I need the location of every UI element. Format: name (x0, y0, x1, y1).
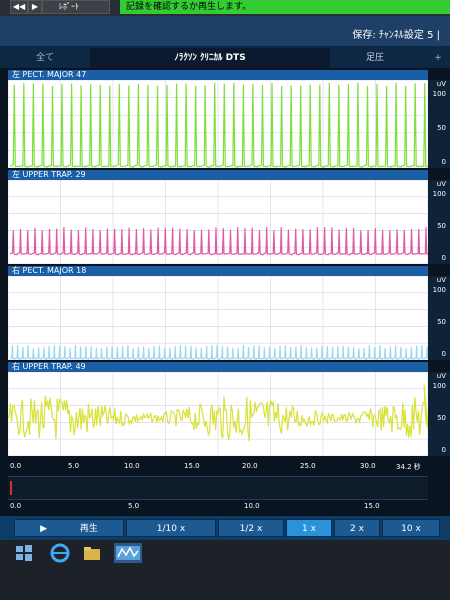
tab-bar: 全て ﾉﾗｸｿﾝ ｸﾘﾆｶﾙ DTS 足圧 + (0, 46, 450, 68)
emg-waveform[interactable] (8, 80, 428, 168)
channel-right-upper-trap: 右 UPPER TRAP. 49 uV 100 50 0 (8, 362, 450, 456)
windows-taskbar (0, 540, 450, 600)
channel-header: 左 PECT. MAJOR 47 (8, 70, 428, 80)
add-tab-button[interactable]: + (428, 48, 448, 68)
time-tick: 25.0 (300, 462, 316, 470)
waveform-line (9, 227, 428, 256)
tick-100: 100 (432, 382, 446, 390)
time-tick: 34.2 秒 (396, 463, 421, 471)
channel-right-pect-major: 右 PECT. MAJOR 18 uV 100 50 0 (8, 266, 450, 360)
uv-axis: uV 100 50 0 (428, 276, 450, 360)
waveform-line (9, 344, 428, 360)
playhead-marker[interactable] (10, 481, 12, 495)
waveform-line (9, 82, 428, 168)
uv-axis: uV 100 50 0 (428, 80, 450, 168)
noraxon-app-icon[interactable] (114, 543, 142, 563)
tab-all[interactable]: 全て (0, 48, 90, 68)
channel-header: 左 UPPER TRAP. 29 (8, 170, 428, 180)
speed-1-10x-button[interactable]: 1/10 x (126, 519, 216, 537)
emg-waveform[interactable] (8, 372, 428, 456)
time-tick: 5.0 (68, 462, 80, 470)
time-tick: 10.0 (244, 502, 260, 510)
tick-100: 100 (432, 286, 446, 294)
rewind-button[interactable]: ◀◀ (10, 0, 28, 14)
play-icon: ▶ (40, 524, 48, 534)
time-tick: 0.0 (10, 462, 22, 470)
windows-start-icon[interactable] (14, 543, 34, 563)
time-tick: 20.0 (242, 462, 258, 470)
speed-1x-button[interactable]: 1 x (286, 519, 332, 537)
axis-unit-label: uV (436, 372, 446, 380)
speed-2x-button[interactable]: 2 x (334, 519, 380, 537)
channel-label: 右 PECT. MAJOR 18 (12, 266, 87, 275)
time-tick: 15.0 (364, 502, 380, 510)
speed-10x-button[interactable]: 10 x (382, 519, 440, 537)
play-button[interactable]: ▶ 再生 (14, 519, 124, 537)
tick-50: 50 (437, 124, 446, 132)
time-axis-overview: 0.0 5.0 10.0 15.0 (8, 500, 428, 514)
channel-label: 右 UPPER TRAP. 49 (12, 362, 86, 371)
time-axis-main: 0.0 5.0 10.0 15.0 20.0 25.0 30.0 34.2 秒 (8, 460, 428, 474)
time-tick: 10.0 (124, 462, 140, 470)
play-label: 再生 (79, 524, 98, 534)
top-toolbar: ◀◀ ▶ ﾚﾎﾟｰﾄ 記録を確認するか再生します。 (0, 0, 450, 16)
channel-left-pect-major: 左 PECT. MAJOR 47 uV 100 50 0 (8, 70, 450, 168)
tick-50: 50 (437, 222, 446, 230)
tick-50: 50 (437, 318, 446, 326)
tab-clinical-dts[interactable]: ﾉﾗｸｿﾝ ｸﾘﾆｶﾙ DTS (90, 48, 330, 68)
channel-header: 右 PECT. MAJOR 18 (8, 266, 428, 276)
axis-unit-label: uV (436, 80, 446, 88)
tick-100: 100 (432, 190, 446, 198)
overview-strip[interactable] (8, 476, 428, 500)
uv-axis: uV 100 50 0 (428, 180, 450, 264)
channel-header: 右 UPPER TRAP. 49 (8, 362, 428, 372)
emg-waveform[interactable] (8, 180, 428, 264)
tick-0: 0 (441, 254, 446, 262)
channel-label: 左 PECT. MAJOR 47 (12, 70, 87, 79)
time-tick: 15.0 (184, 462, 200, 470)
tick-50: 50 (437, 414, 446, 422)
axis-unit-label: uV (436, 180, 446, 188)
playback-bar: ▶ 再生 1/10 x 1/2 x 1 x 2 x 10 x (0, 516, 450, 540)
tick-0: 0 (441, 446, 446, 454)
axis-unit-label: uV (436, 276, 446, 284)
time-tick: 30.0 (360, 462, 376, 470)
emg-waveform[interactable] (8, 276, 428, 360)
tick-100: 100 (432, 90, 446, 98)
channel-left-upper-trap: 左 UPPER TRAP. 29 uV 100 50 0 (8, 170, 450, 264)
uv-axis: uV 100 50 0 (428, 372, 450, 456)
speed-1-2x-button[interactable]: 1/2 x (218, 519, 284, 537)
play-button[interactable]: ▶ (28, 0, 42, 14)
report-button[interactable]: ﾚﾎﾟｰﾄ (42, 0, 110, 14)
time-tick: 0.0 (10, 502, 22, 510)
tab-foot-pressure[interactable]: 足圧 (330, 48, 420, 68)
tick-0: 0 (441, 350, 446, 358)
ie-icon[interactable] (50, 543, 70, 563)
channel-label: 左 UPPER TRAP. 29 (12, 170, 86, 179)
folder-icon[interactable] (82, 543, 102, 563)
status-message: 記録を確認するか再生します。 (120, 0, 450, 14)
tick-0: 0 (441, 158, 446, 166)
time-tick: 5.0 (128, 502, 140, 510)
settings-bar: 保存: ﾁｬﾝﾈﾙ設定 5 | (0, 16, 450, 46)
channel-settings-label[interactable]: 保存: ﾁｬﾝﾈﾙ設定 5 | (352, 26, 440, 41)
